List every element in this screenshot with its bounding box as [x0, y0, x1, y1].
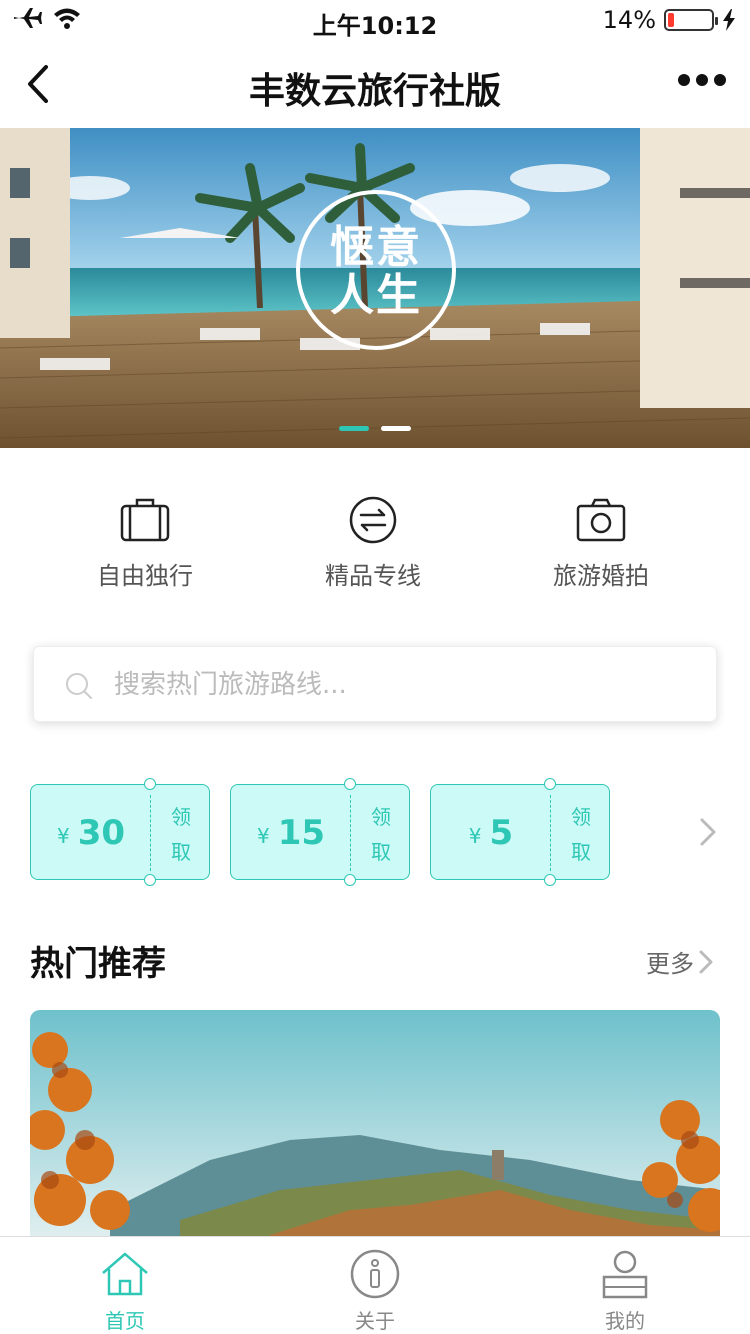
camera-icon: [575, 494, 627, 546]
search-input[interactable]: [114, 647, 674, 723]
category-label: 精品专线: [325, 562, 421, 590]
chevron-right-icon[interactable]: [696, 814, 720, 850]
claim-label: 领: [571, 805, 591, 829]
claim-label: 取: [371, 840, 391, 864]
charging-icon: [723, 9, 735, 31]
more-label: 更多: [646, 950, 694, 978]
category-label: 旅游婚拍: [553, 562, 649, 590]
banner-badge: 惬意 人生: [296, 190, 456, 350]
nav-bar: 丰数云旅行社版: [0, 40, 750, 128]
page-title: 丰数云旅行社版: [248, 71, 501, 112]
category-row: 自由独行 精品专线 旅游婚拍: [0, 494, 750, 594]
coupon-card[interactable]: ¥ 15 领 取: [230, 778, 411, 886]
dot: [714, 74, 726, 86]
home-icon: [99, 1249, 151, 1299]
more-link[interactable]: 更多: [646, 944, 714, 979]
category-free-travel[interactable]: 自由独行: [20, 494, 270, 591]
tab-bar: 首页 关于 我的: [0, 1236, 750, 1334]
banner-badge-text: 惬意 人生: [330, 224, 422, 320]
search-box[interactable]: [33, 646, 717, 723]
search-icon: [66, 673, 92, 699]
carousel-dot-active[interactable]: [339, 426, 369, 431]
currency-symbol: ¥: [256, 824, 270, 848]
coupon-amount: ¥ 5: [431, 785, 551, 881]
coupon-card[interactable]: ¥ 30 领 取: [30, 778, 211, 886]
coupon-amount: ¥ 15: [231, 785, 351, 881]
claim-label: 取: [171, 840, 191, 864]
category-travel-wedding-photo[interactable]: 旅游婚拍: [476, 494, 726, 591]
category-label: 自由独行: [97, 562, 193, 590]
coupon-list: ¥ 30 领 取 ¥ 15 领 取 ¥ 5 领 取: [30, 778, 720, 886]
banner-carousel[interactable]: 惬意 人生: [0, 128, 750, 448]
dot: [696, 74, 708, 86]
tab-label: 关于: [355, 1309, 395, 1333]
coupon-amount: ¥ 30: [31, 785, 151, 881]
battery-percent: 14%: [602, 6, 656, 34]
section-title: 热门推荐: [30, 944, 166, 984]
status-right: 14%: [603, 6, 736, 34]
coupon-value: 5: [489, 813, 514, 853]
badge-line-1: 惬意: [330, 222, 422, 273]
tab-mine[interactable]: 我的: [500, 1237, 750, 1334]
coupon-value: 30: [77, 813, 126, 853]
tab-home[interactable]: 首页: [0, 1237, 250, 1334]
chevron-right-icon: [699, 950, 713, 973]
status-bar: 上午10:12 14%: [0, 0, 750, 40]
suitcase-icon: [119, 494, 171, 546]
more-dots-icon[interactable]: [678, 74, 726, 86]
claim-label: 取: [571, 840, 591, 864]
currency-symbol: ¥: [56, 824, 70, 848]
user-icon: [599, 1249, 651, 1299]
claim-label: 领: [371, 805, 391, 829]
exchange-arrows-icon: [347, 494, 399, 546]
tab-about[interactable]: 关于: [250, 1237, 500, 1334]
claim-button[interactable]: 领 取: [351, 785, 411, 881]
dot: [678, 74, 690, 86]
badge-line-2: 人生: [330, 270, 422, 321]
tab-label: 首页: [105, 1309, 145, 1333]
recommend-image: [30, 1010, 720, 1250]
claim-label: 领: [171, 805, 191, 829]
battery-icon: [664, 9, 718, 31]
carousel-indicator: [0, 426, 750, 431]
category-premium-routes[interactable]: 精品专线: [248, 494, 498, 591]
battery-level-fill: [668, 13, 674, 27]
recommend-card[interactable]: [30, 1010, 720, 1250]
coupon-card[interactable]: ¥ 5 领 取: [430, 778, 611, 886]
claim-button[interactable]: 领 取: [151, 785, 211, 881]
coupon-value: 15: [277, 813, 326, 853]
claim-button[interactable]: 领 取: [551, 785, 611, 881]
currency-symbol: ¥: [468, 824, 482, 848]
info-icon: [349, 1249, 401, 1299]
carousel-dot[interactable]: [381, 426, 411, 431]
tab-label: 我的: [605, 1309, 645, 1333]
